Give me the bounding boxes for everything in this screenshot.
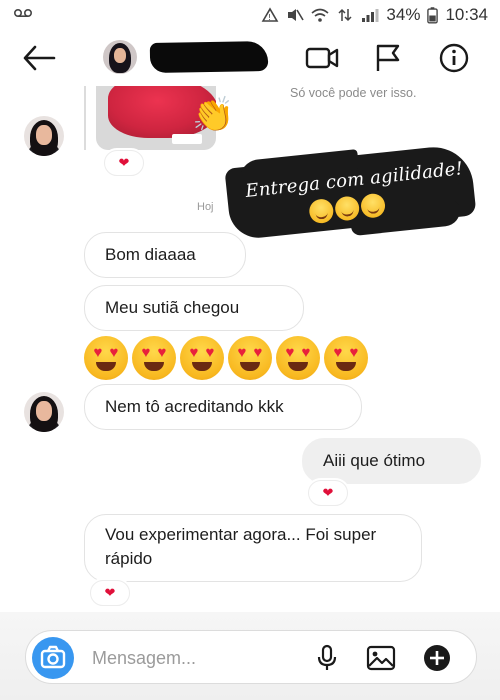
reply-divider	[84, 86, 86, 150]
message-bubble[interactable]: Meu sutiã chegou	[84, 285, 304, 331]
timestamp: Hoj	[197, 201, 214, 213]
message-thread[interactable]: 👏 Só você pode ver isso. ❤ Hoj Entrega c…	[0, 86, 500, 626]
heart-reaction[interactable]: ❤	[90, 580, 130, 606]
heart-icon: ❤	[104, 585, 116, 600]
heart-eyes-emoji-icon: ♥ ♥	[84, 336, 128, 380]
sync-alert-icon: !	[262, 7, 279, 22]
battery-percentage: 34%	[386, 5, 421, 24]
heart-reaction[interactable]: ❤	[308, 480, 348, 506]
heart-icon: ❤	[118, 155, 130, 170]
info-icon[interactable]	[436, 42, 472, 74]
heart-eyes-emoji-icon: ♥ ♥	[276, 336, 320, 380]
heart-reaction[interactable]: ❤	[104, 150, 144, 176]
message-text: Bom diaaaa	[105, 245, 196, 264]
camera-button[interactable]	[32, 637, 74, 679]
smiley-icon	[308, 197, 335, 225]
battery-icon	[427, 6, 439, 24]
heart-eyes-emoji-icon: ♥ ♥	[180, 336, 224, 380]
heart-eyes-emoji-icon: ♥ ♥	[228, 336, 272, 380]
flag-icon[interactable]	[370, 42, 406, 74]
private-note: Só você pode ver isso.	[290, 86, 417, 100]
message-bubble[interactable]: Vou experimentar agora... Foi super rápi…	[84, 514, 422, 582]
clock: 10:34	[445, 5, 488, 24]
message-input[interactable]	[92, 645, 302, 671]
back-arrow-icon[interactable]	[22, 44, 56, 72]
message-bubble-sent[interactable]: Aiii que ótimo	[302, 438, 481, 484]
clapping-hands-icon: 👏	[192, 96, 235, 134]
data-arrows-icon	[338, 8, 352, 22]
heart-eyes-emoji-icon: ♥ ♥	[324, 336, 368, 380]
smiley-icon	[333, 195, 361, 222]
chat-header	[0, 30, 500, 86]
emoji-message[interactable]: ♥ ♥ ♥ ♥ ♥ ♥ ♥ ♥ ♥ ♥ ♥ ♥	[84, 336, 368, 380]
status-bar: ! 34% 10:34	[0, 0, 500, 30]
heart-icon: ❤	[322, 485, 334, 500]
plus-icon[interactable]	[422, 643, 452, 673]
heart-eyes-emoji-icon: ♥ ♥	[132, 336, 176, 380]
message-bubble[interactable]: Bom diaaaa	[84, 232, 246, 278]
message-text: Nem tô acreditando kkk	[105, 397, 284, 416]
video-call-icon[interactable]	[304, 42, 340, 74]
svg-text:!: !	[268, 13, 271, 22]
wifi-icon	[311, 8, 329, 22]
voicemail-icon	[14, 9, 32, 17]
avatar[interactable]	[24, 392, 64, 432]
message-bubble[interactable]: Nem tô acreditando kkk	[84, 384, 362, 430]
camera-icon	[40, 645, 66, 669]
gallery-icon[interactable]	[366, 643, 396, 673]
smiley-icon	[359, 192, 387, 219]
promo-sticker: Entrega com agilidade!	[223, 133, 478, 260]
message-text: Meu sutiã chegou	[105, 298, 240, 317]
message-composer	[25, 630, 477, 684]
redacted-contact-name	[149, 40, 269, 74]
signal-icon	[362, 9, 379, 22]
contact-avatar[interactable]	[103, 40, 137, 74]
message-text: Aiii que ótimo	[323, 451, 426, 470]
avatar[interactable]	[24, 116, 64, 156]
microphone-icon[interactable]	[312, 643, 342, 673]
mute-icon	[288, 9, 305, 21]
message-text: Vou experimentar agora... Foi super rápi…	[105, 525, 377, 568]
